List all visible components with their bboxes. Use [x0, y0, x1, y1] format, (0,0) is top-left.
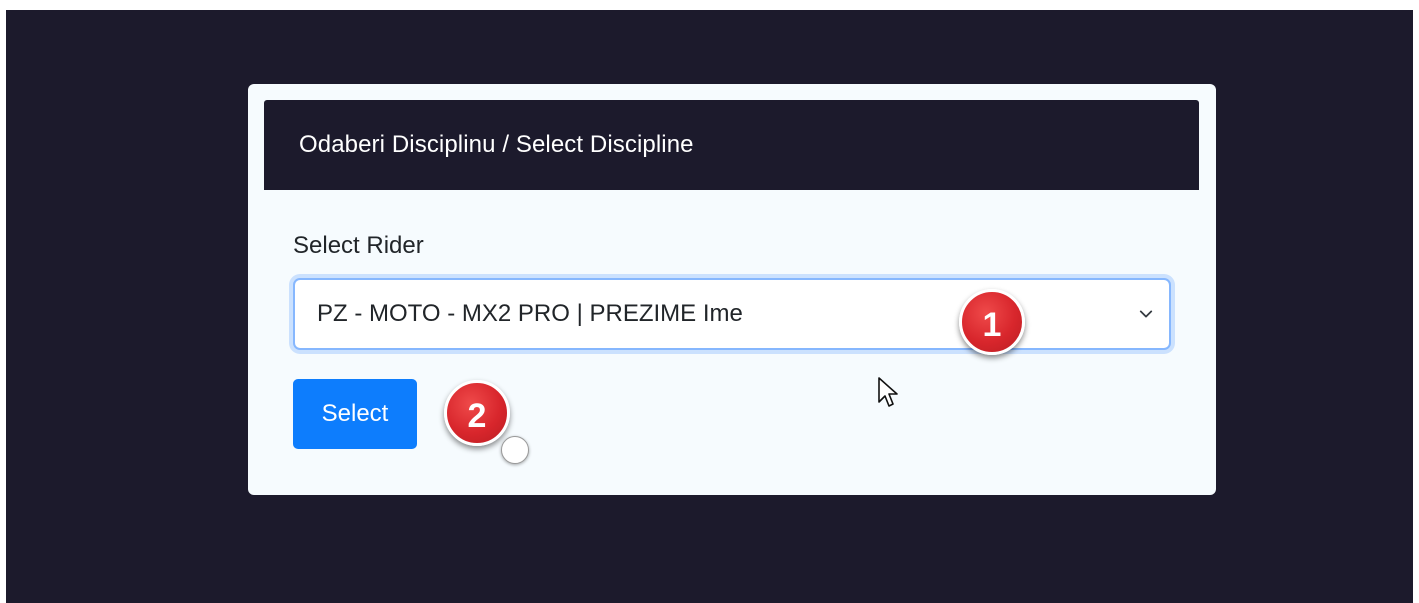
- rider-select-value: PZ - MOTO - MX2 PRO | PREZIME Ime: [317, 300, 743, 327]
- select-button[interactable]: Select: [293, 379, 417, 449]
- step-2-badge: 2: [444, 380, 510, 446]
- card-header: Odaberi Disciplinu / Select Discipline: [264, 100, 1199, 190]
- mouse-pointer-icon: [878, 377, 898, 407]
- card-title: Odaberi Disciplinu / Select Discipline: [299, 131, 694, 158]
- rider-select[interactable]: PZ - MOTO - MX2 PRO | PREZIME Ime: [293, 278, 1171, 350]
- rider-select-label: Select Rider: [293, 232, 424, 259]
- click-indicator: [501, 436, 529, 464]
- discipline-card: Odaberi Disciplinu / Select Discipline S…: [248, 84, 1216, 495]
- page-background: Odaberi Disciplinu / Select Discipline S…: [6, 10, 1413, 603]
- chevron-down-icon: [1139, 310, 1153, 318]
- step-1-badge: 1: [959, 289, 1025, 355]
